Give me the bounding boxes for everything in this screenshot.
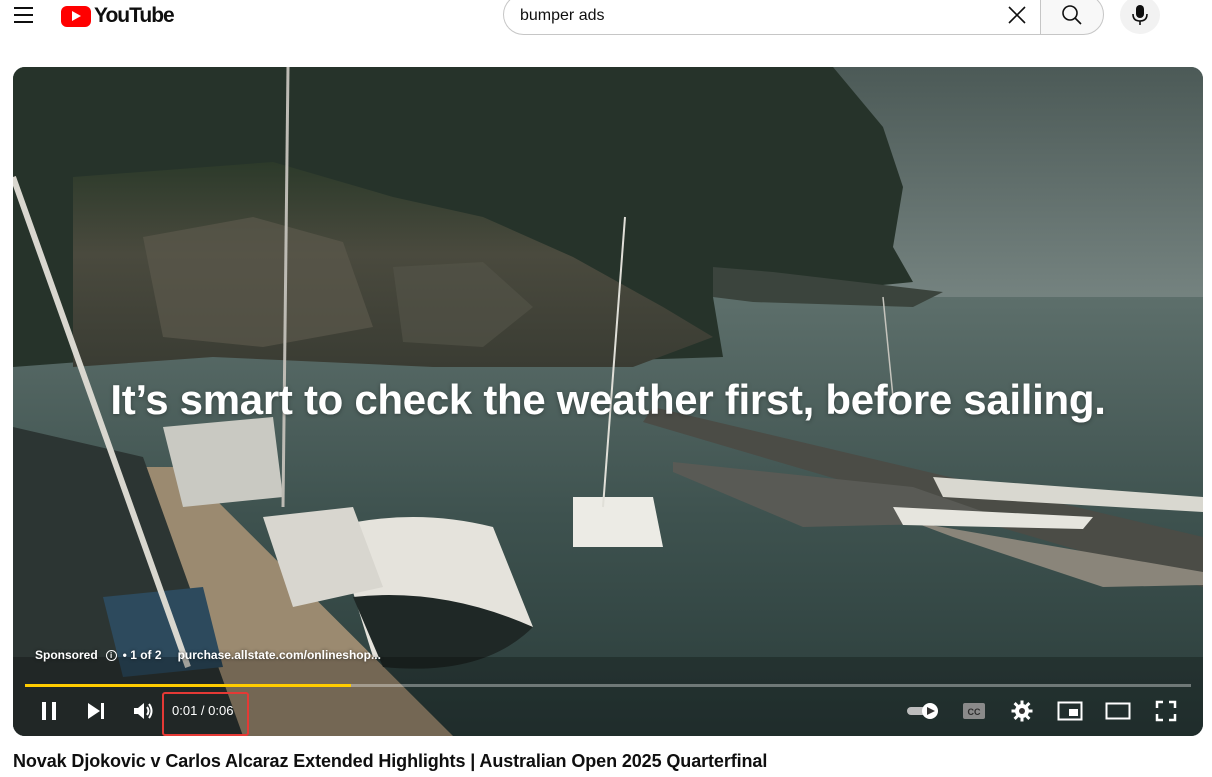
search-input[interactable] <box>520 4 1002 25</box>
video-title: Novak Djokovic v Carlos Alcaraz Extended… <box>13 751 768 771</box>
svg-text:CC: CC <box>968 707 981 717</box>
play-logo-icon <box>61 5 91 27</box>
theater-mode-button[interactable] <box>1104 693 1132 729</box>
progress-bar[interactable] <box>25 684 1191 687</box>
menu-bar <box>14 21 33 23</box>
time-display: 0:01 / 0:06 <box>172 703 234 718</box>
autoplay-toggle-icon <box>907 703 938 719</box>
captions-button[interactable]: CC <box>961 693 987 729</box>
ad-info: Sponsored i • 1 of 2 purchase.allstate.c… <box>35 648 381 662</box>
search-box <box>503 0 1040 35</box>
play-pause-button[interactable] <box>35 693 63 729</box>
sponsored-label: Sponsored <box>35 648 98 662</box>
search-button[interactable] <box>1040 0 1104 35</box>
menu-bar <box>14 7 33 9</box>
fullscreen-button[interactable] <box>1153 693 1179 729</box>
masthead: YouTube <box>0 0 1212 35</box>
logo-text: YouTube <box>94 4 175 27</box>
autoplay-toggle[interactable] <box>905 693 941 729</box>
captions-icon: CC <box>963 703 985 719</box>
miniplayer-button[interactable] <box>1056 693 1084 729</box>
fullscreen-icon <box>1155 700 1177 722</box>
volume-icon <box>134 703 153 719</box>
next-button[interactable] <box>83 693 109 729</box>
clear-search-button[interactable] <box>1002 0 1032 30</box>
player-controls: 0:01 / 0:06 CC <box>13 692 1203 736</box>
mute-button[interactable] <box>130 693 158 729</box>
ad-position: • 1 of 2 <box>122 648 162 662</box>
ad-url-link[interactable]: purchase.allstate.com/onlineshop... <box>178 648 381 662</box>
settings-button[interactable] <box>1009 693 1035 729</box>
pause-icon <box>42 702 56 720</box>
ad-caption: It’s smart to check the weather first, b… <box>110 376 1106 423</box>
progress-played <box>25 684 352 687</box>
youtube-logo[interactable]: YouTube <box>61 4 175 28</box>
info-icon[interactable]: i <box>105 649 117 661</box>
theater-mode-icon <box>1105 702 1131 720</box>
search-icon <box>1062 4 1082 25</box>
voice-search-button[interactable] <box>1120 0 1160 34</box>
guide-menu-button[interactable] <box>14 4 38 26</box>
miniplayer-icon <box>1057 701 1083 721</box>
microphone-icon <box>1132 5 1148 25</box>
settings-icon <box>1011 700 1033 722</box>
next-icon <box>88 703 104 719</box>
search-bar <box>503 0 1104 35</box>
menu-bar <box>14 14 33 16</box>
close-icon <box>1008 5 1026 24</box>
video-player[interactable]: It’s smart to check the weather first, b… <box>13 67 1203 736</box>
